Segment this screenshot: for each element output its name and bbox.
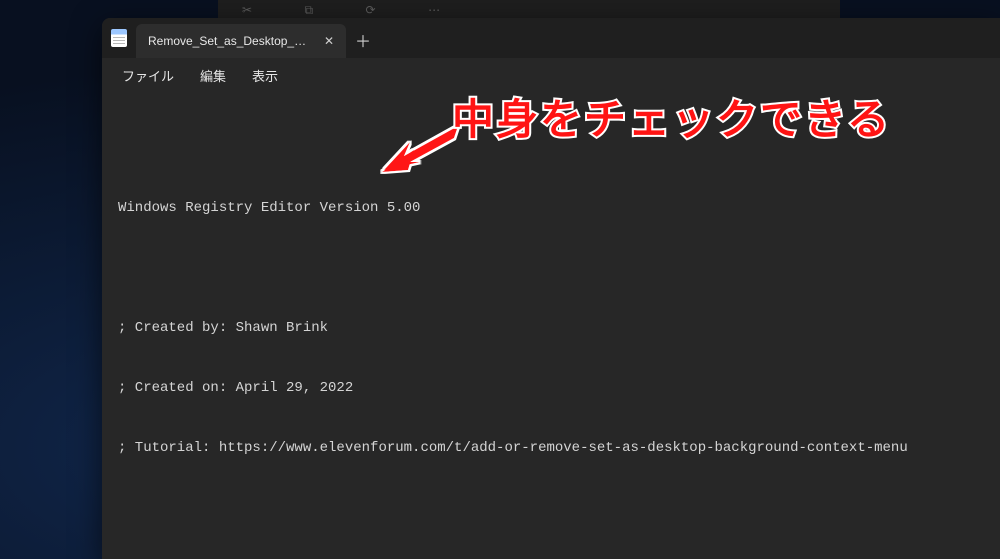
menu-edit[interactable]: 編集 (190, 62, 236, 89)
menu-file[interactable]: ファイル (112, 62, 184, 89)
comment-tutorial: ; Tutorial: https://www.elevenforum.com/… (118, 438, 984, 458)
comment-created-by: ; Created by: Shawn Brink (118, 318, 984, 338)
bg-icon: ⧉ (305, 3, 314, 18)
menubar: ファイル 編集 表示 (102, 58, 1000, 92)
bg-icon: ✂ (242, 3, 252, 17)
file-header-block: Windows Registry Editor Version 5.00 ; C… (118, 158, 984, 498)
reg-header-line: Windows Registry Editor Version 5.00 (118, 198, 984, 218)
bg-icon: ⟳ (366, 3, 376, 17)
notepad-window: Remove_Set_as_Desktop_Backgroun ✕ ＋ ファイル… (102, 18, 1000, 559)
notepad-icon (111, 29, 127, 47)
tab-active[interactable]: Remove_Set_as_Desktop_Backgroun ✕ (136, 24, 346, 58)
menu-view[interactable]: 表示 (242, 62, 288, 89)
titlebar[interactable]: Remove_Set_as_Desktop_Backgroun ✕ ＋ (102, 18, 1000, 58)
bg-icon: ⋯ (428, 3, 440, 17)
tab-title: Remove_Set_as_Desktop_Backgroun (148, 34, 312, 48)
blank-line (118, 258, 984, 278)
tab-close-button[interactable]: ✕ (320, 32, 338, 50)
text-editor[interactable]: Windows Registry Editor Version 5.00 ; C… (102, 92, 1000, 559)
new-tab-button[interactable]: ＋ (346, 22, 380, 58)
comment-created-on: ; Created on: April 29, 2022 (118, 378, 984, 398)
notepad-app-icon (102, 18, 136, 58)
